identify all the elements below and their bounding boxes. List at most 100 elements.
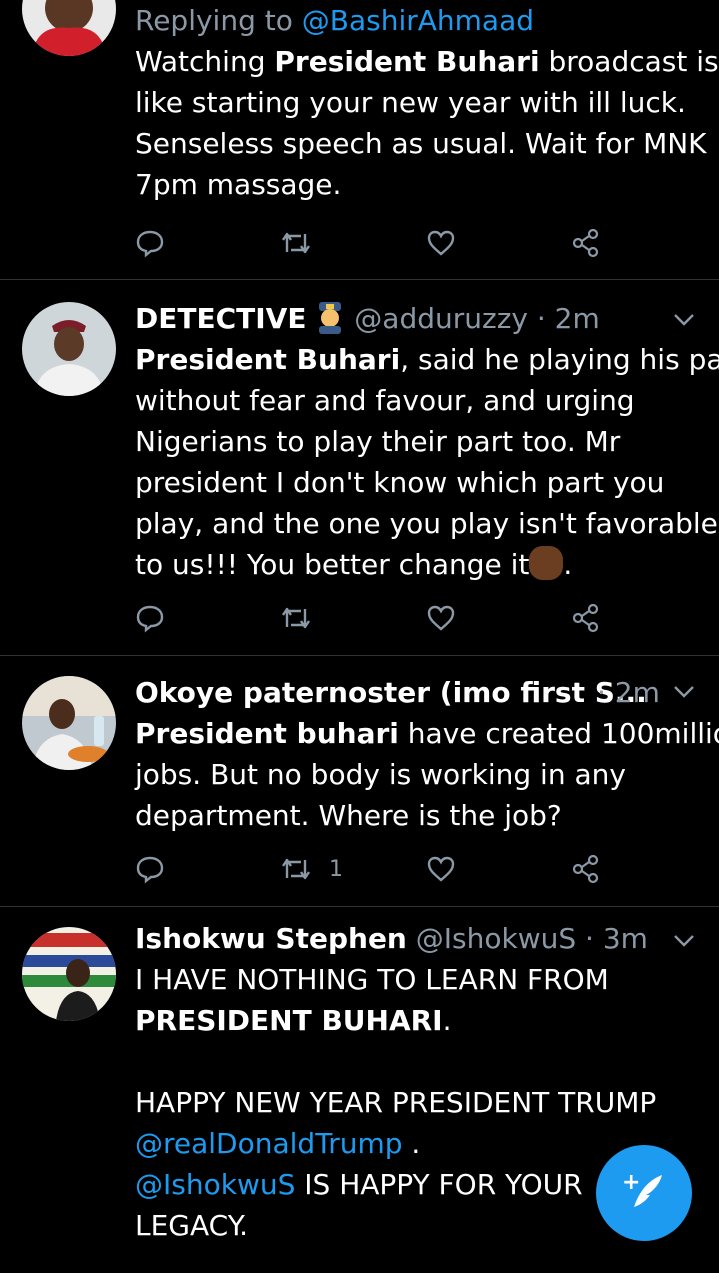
text-segment: broadcast is [539, 45, 719, 78]
bold-text: President Buhari [135, 343, 401, 376]
replying-handle[interactable]: @BashirAhmaad [302, 4, 534, 37]
tweet-actions: 1 [135, 851, 615, 887]
reply-button[interactable] [135, 600, 165, 636]
text-segment: without fear and favour, and urging [135, 384, 635, 417]
avatar[interactable] [22, 676, 116, 770]
retweet-button[interactable] [279, 600, 313, 636]
share-icon [571, 228, 601, 258]
like-icon [426, 854, 456, 884]
text-segment: jobs. But no body is working in any [135, 758, 626, 791]
like-icon [426, 603, 456, 633]
text-segment: Watching [135, 45, 275, 78]
like-button[interactable] [426, 225, 456, 261]
reply-button[interactable] [135, 851, 165, 887]
avatar[interactable] [22, 0, 116, 56]
tweet-text-line: Watching President Buhari broadcast is [135, 41, 719, 82]
retweet-count: 1 [329, 856, 343, 882]
text-segment: IS HAPPY FOR YOUR [295, 1168, 583, 1201]
raised-fist-emoji [529, 546, 564, 580]
tweet-body: Watching President Buhari broadcast is li… [135, 41, 719, 205]
text-segment: department. Where is the job? [135, 799, 562, 832]
mention-link[interactable]: @IshokwuS [135, 1168, 295, 1201]
avatar[interactable] [22, 927, 116, 1021]
share-button[interactable] [571, 851, 601, 887]
plus-glyph: + [622, 1170, 640, 1195]
tweet-text-line: Senseless speech as usual. Wait for MNK [135, 123, 707, 164]
tweet[interactable]: DETECTIVE @adduruzzy · 2m President Buha… [0, 280, 719, 656]
tweet-text-line: department. Where is the job? [135, 795, 699, 836]
tweet-text-line: like starting your new year with ill luc… [135, 82, 699, 123]
display-name[interactable]: Okoye paternoster (imo first S... [135, 676, 647, 709]
like-button[interactable] [426, 851, 456, 887]
text-segment: Senseless speech as usual. Wait for MNK [135, 127, 707, 160]
reply-icon [135, 854, 165, 884]
timestamp: · 3m [585, 922, 648, 955]
share-button[interactable] [571, 225, 601, 261]
retweet-icon [279, 854, 313, 884]
compose-tweet-icon: + [620, 1169, 668, 1217]
tweet-actions [135, 225, 615, 261]
tweet-text-line: PRESIDENT BUHARI. [135, 1000, 699, 1041]
police-officer-emoji [315, 300, 345, 334]
share-icon [571, 603, 601, 633]
reply-button[interactable] [135, 225, 165, 261]
text-segment: I HAVE NOTHING TO LEARN FROM [135, 963, 609, 996]
tweet-header: Ishokwu Stephen @IshokwuS · 3m [135, 918, 699, 959]
tweet-header: DETECTIVE @adduruzzy · 2m [135, 298, 699, 339]
retweet-icon [279, 603, 313, 633]
tweet-text-line: without fear and favour, and urging [135, 380, 699, 421]
tweet-text-line: Nigerians to play their part too. Mr [135, 421, 699, 462]
text-segment: . [442, 1004, 452, 1037]
text-segment: LEGACY. [135, 1209, 249, 1242]
retweet-button[interactable] [279, 225, 313, 261]
tweet-actions [135, 600, 615, 636]
tweet-body: President Buhari, said he playing his pa… [135, 339, 719, 585]
tweet-text-line [135, 1041, 699, 1082]
text-segment: have created 100million [398, 717, 719, 750]
tweet-text-line: president I don't know which part you [135, 462, 699, 503]
tweet-text-line: play, and the one you play isn't favorab… [135, 503, 718, 544]
display-name[interactable]: Ishokwu Stephen [135, 922, 407, 955]
reply-context: Replying to @BashirAhmaad [135, 0, 699, 41]
reply-icon [135, 228, 165, 258]
bold-text: PRESIDENT BUHARI [135, 1004, 443, 1037]
share-button[interactable] [571, 600, 601, 636]
text-segment: president I don't know which part you [135, 466, 665, 499]
like-button[interactable] [426, 600, 456, 636]
display-name[interactable]: DETECTIVE [135, 302, 306, 335]
compose-tweet-button[interactable]: + [596, 1145, 692, 1241]
tweet-text-line: I HAVE NOTHING TO LEARN FROM [135, 959, 699, 1000]
tweet-body: President buhari have created 100million… [135, 713, 719, 836]
text-segment: to us!!! You better change it [135, 548, 530, 581]
tweet-text-line: 7pm massage. [135, 164, 699, 205]
retweet-button[interactable]: 1 [279, 851, 343, 887]
tweet[interactable]: Okoye paternoster (imo first S... · 2m P… [0, 656, 719, 907]
tweet[interactable]: Replying to @BashirAhmaad Watching Presi… [0, 0, 719, 280]
timestamp: · 2m [536, 302, 600, 335]
handle[interactable]: @IshokwuS [416, 922, 576, 955]
reply-icon [135, 603, 165, 633]
retweet-icon [279, 228, 313, 258]
tweet-text-line: HAPPY NEW YEAR PRESIDENT TRUMP [135, 1082, 699, 1123]
text-segment: . [563, 548, 573, 581]
tweet-text-line: President Buhari, said he playing his pa… [135, 339, 719, 380]
text-segment: . [402, 1127, 421, 1160]
replying-label: Replying to [135, 4, 293, 37]
mention-link[interactable]: @realDonaldTrump [135, 1127, 403, 1160]
tweet-text-line: jobs. But no body is working in any [135, 754, 699, 795]
text-segment: play, and the one you play isn't favorab… [135, 507, 718, 540]
tweet-header: Okoye paternoster (imo first S... · 2m [135, 672, 699, 713]
timeline-feed: Replying to @BashirAhmaad Watching Presi… [0, 0, 719, 1273]
text-segment: 7pm massage. [135, 168, 342, 201]
avatar[interactable] [22, 302, 116, 396]
text-segment: , said he playing his part [400, 343, 719, 376]
timestamp: · 2m [597, 676, 660, 709]
text-segment: HAPPY NEW YEAR PRESIDENT TRUMP [135, 1086, 657, 1119]
handle[interactable]: @adduruzzy [354, 302, 528, 335]
text-segment: Nigerians to play their part too. Mr [135, 425, 621, 458]
bold-text: President Buhari [274, 45, 540, 78]
share-icon [571, 854, 601, 884]
bold-text: President buhari [135, 717, 399, 750]
text-segment: like starting your new year with ill luc… [135, 86, 686, 119]
tweet-text-line: President buhari have created 100million [135, 713, 719, 754]
